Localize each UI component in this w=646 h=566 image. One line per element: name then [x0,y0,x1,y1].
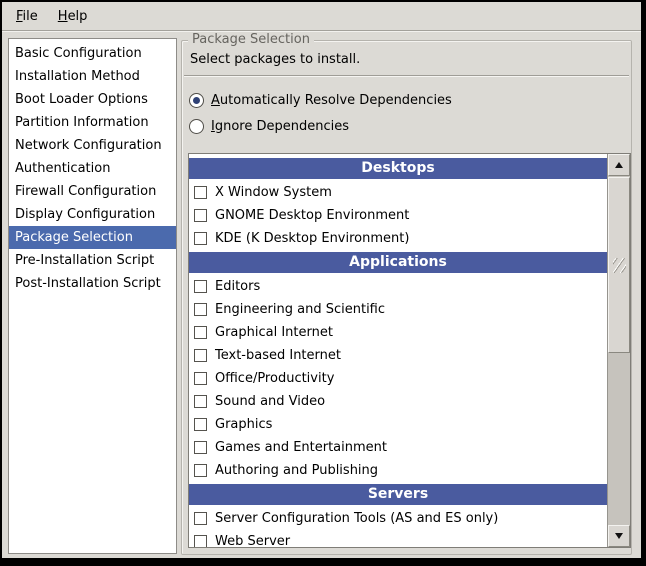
package-row-office-productivity[interactable]: Office/Productivity [189,367,607,390]
menu-file[interactable]: File [10,6,44,27]
package-label: Engineering and Scientific [215,302,385,317]
package-row-gnome-desktop-environment[interactable]: GNOME Desktop Environment [189,204,607,227]
sidebar-item-package-selection[interactable]: Package Selection [9,226,176,249]
package-row-graphics[interactable]: Graphics [189,413,607,436]
vertical-scrollbar[interactable] [607,154,630,547]
radio-button-selected[interactable] [189,93,204,108]
package-row-authoring-and-publishing[interactable]: Authoring and Publishing [189,459,607,482]
package-label: GNOME Desktop Environment [215,208,409,223]
radio-label: Automatically Resolve Dependencies [211,93,452,108]
package-label: KDE (K Desktop Environment) [215,231,409,246]
sidebar-nav: Basic ConfigurationInstallation MethodBo… [8,38,177,554]
sidebar-item-installation-method[interactable]: Installation Method [9,65,176,88]
sidebar-item-pre-installation-script[interactable]: Pre-Installation Script [9,249,176,272]
package-label: Games and Entertainment [215,440,387,455]
separator-line [184,75,629,77]
scrollbar-thumb-grip-icon [613,258,626,273]
sidebar-item-boot-loader-options[interactable]: Boot Loader Options [9,88,176,111]
sidebar-item-firewall-configuration[interactable]: Firewall Configuration [9,180,176,203]
scroll-up-icon [615,162,623,168]
radio-label: Ignore Dependencies [211,119,349,134]
sidebar-item-authentication[interactable]: Authentication [9,157,176,180]
package-selection-frame: Package Selection Select packages to ins… [181,40,632,555]
checkbox-unchecked[interactable] [194,512,207,525]
checkbox-unchecked[interactable] [194,280,207,293]
package-list-content: Desktops X Window System GNOME Desktop Env… [189,154,607,547]
checkbox-unchecked[interactable] [194,349,207,362]
checkbox-unchecked[interactable] [194,372,207,385]
package-row-x-window-system[interactable]: X Window System [189,181,607,204]
menubar: File Help [2,2,641,31]
checkbox-unchecked[interactable] [194,303,207,316]
package-label: Text-based Internet [215,348,341,363]
group-header-servers: Servers [189,484,607,505]
package-label: Office/Productivity [215,371,334,386]
checkbox-unchecked[interactable] [194,186,207,199]
sidebar-item-post-installation-script[interactable]: Post-Installation Script [9,272,176,295]
package-label: Sound and Video [215,394,325,409]
scroll-down-icon [615,533,623,539]
checkbox-unchecked[interactable] [194,535,207,547]
scrollbar-thumb[interactable] [608,177,630,353]
frame-title: Package Selection [188,32,314,48]
dependency-options-group: Automatically Resolve Dependencies Ignore… [189,87,452,139]
checkbox-unchecked[interactable] [194,441,207,454]
package-row-text-based-internet[interactable]: Text-based Internet [189,344,607,367]
scroll-down-button[interactable] [608,525,630,547]
checkbox-unchecked[interactable] [194,326,207,339]
radio-row-ignore-dependencies[interactable]: Ignore Dependencies [189,113,452,139]
package-row-engineering-and-scientific[interactable]: Engineering and Scientific [189,298,607,321]
radio-button-unselected[interactable] [189,119,204,134]
package-label: Authoring and Publishing [215,463,378,478]
sidebar-item-network-configuration[interactable]: Network Configuration [9,134,176,157]
package-row-kde-k-desktop-environment[interactable]: KDE (K Desktop Environment) [189,227,607,250]
group-header-desktops: Desktops [189,158,607,179]
sidebar-item-basic-configuration[interactable]: Basic Configuration [9,42,176,65]
package-label: Graphics [215,417,272,432]
package-label: Graphical Internet [215,325,333,340]
package-row-editors[interactable]: Editors [189,275,607,298]
radio-row-automatically-resolve-dependencies[interactable]: Automatically Resolve Dependencies [189,87,452,113]
package-list: Desktops X Window System GNOME Desktop Env… [188,153,631,548]
scroll-up-button[interactable] [608,154,630,176]
package-row-server-configuration-tools-as-and-es-only[interactable]: Server Configuration Tools (AS and ES on… [189,507,607,530]
package-label: Editors [215,279,260,294]
menu-help[interactable]: Help [52,6,94,27]
instruction-text: Select packages to install. [190,52,360,67]
checkbox-unchecked[interactable] [194,232,207,245]
package-row-sound-and-video[interactable]: Sound and Video [189,390,607,413]
sidebar-item-partition-information[interactable]: Partition Information [9,111,176,134]
package-label: X Window System [215,185,332,200]
sidebar-item-display-configuration[interactable]: Display Configuration [9,203,176,226]
checkbox-unchecked[interactable] [194,395,207,408]
package-label: Web Server [215,534,290,547]
checkbox-unchecked[interactable] [194,418,207,431]
checkbox-unchecked[interactable] [194,464,207,477]
group-header-applications: Applications [189,252,607,273]
package-row-graphical-internet[interactable]: Graphical Internet [189,321,607,344]
kickstart-configurator-window: File Help Basic ConfigurationInstallation… [0,0,646,566]
package-label: Server Configuration Tools (AS and ES on… [215,511,498,526]
checkbox-unchecked[interactable] [194,209,207,222]
package-row-web-server[interactable]: Web Server [189,530,607,547]
package-row-games-and-entertainment[interactable]: Games and Entertainment [189,436,607,459]
